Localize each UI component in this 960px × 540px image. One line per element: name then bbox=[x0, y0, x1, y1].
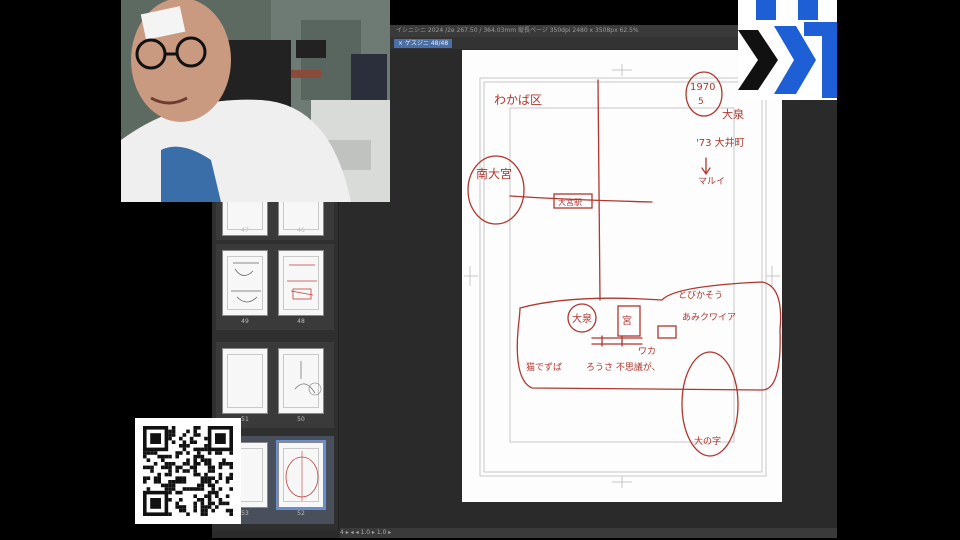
page-row[interactable]: 49 48 bbox=[216, 244, 334, 330]
page-thumbnail[interactable] bbox=[222, 348, 268, 414]
thumbnail-sketch bbox=[285, 451, 319, 501]
label-location: わかば区 bbox=[494, 93, 542, 107]
label-balloon-1: 大泉 bbox=[572, 312, 592, 325]
channel-logo bbox=[738, 0, 837, 100]
status-bar: 4 ▸ ◂ ◂ 1.0 ▸ 1.0 ▸ bbox=[340, 528, 837, 538]
sketch-detail bbox=[591, 335, 643, 347]
label-note-line2: '73 大井町 bbox=[696, 136, 745, 149]
registration-mark bbox=[612, 476, 632, 488]
label-balloon-2: 宮 bbox=[622, 314, 632, 327]
manuscript-page[interactable]: わかば区 南大宮 大宮駅 1970 5 大泉 '73 大井町 マルイ とびかそう… bbox=[462, 50, 782, 502]
qr-code bbox=[135, 418, 241, 524]
sketch-small-box bbox=[657, 325, 677, 339]
thumbnail-sketch bbox=[231, 262, 261, 303]
page-number: 47 bbox=[241, 227, 249, 234]
sketch-arrow-down bbox=[701, 157, 711, 176]
label-caption-a: 猫でずば bbox=[526, 361, 562, 373]
label-note-right: 大泉 bbox=[722, 107, 744, 121]
sketch-vertical-road bbox=[597, 79, 601, 301]
page-number: 52 bbox=[297, 510, 305, 517]
thumbnail-sketch bbox=[294, 361, 322, 396]
page-number: 48 bbox=[297, 318, 305, 325]
webcam-image bbox=[121, 0, 390, 202]
page-thumbnail[interactable] bbox=[278, 250, 324, 316]
label-bottom: 大の字 bbox=[694, 435, 721, 447]
sketch-layer[interactable]: わかば区 南大宮 大宮駅 1970 5 大泉 '73 大井町 マルイ とびかそう… bbox=[462, 50, 782, 502]
thumbnail-sketch bbox=[287, 264, 317, 300]
page-number: 49 bbox=[241, 318, 249, 325]
page-row[interactable]: 51 50 bbox=[216, 342, 334, 428]
label-note-right-big: とびかそう bbox=[678, 290, 723, 301]
registration-mark bbox=[612, 64, 632, 76]
page-number: 46 bbox=[297, 227, 305, 234]
label-arrow-note: マルイ bbox=[698, 177, 725, 187]
page-number: 50 bbox=[297, 416, 305, 423]
label-station: 大宮駅 bbox=[558, 197, 582, 207]
registration-mark bbox=[464, 266, 478, 286]
registration-mark bbox=[766, 266, 780, 286]
page-row[interactable]: 47 46 bbox=[216, 170, 334, 240]
label-side: あみクワイア bbox=[682, 312, 736, 323]
webcam-overlay bbox=[121, 0, 390, 202]
page-thumbnail[interactable] bbox=[278, 348, 324, 414]
page-thumbnail-current[interactable] bbox=[276, 440, 326, 510]
label-caption-b: ろうさ 不思議が、 bbox=[586, 361, 661, 373]
label-year-sub: 5 bbox=[698, 97, 704, 107]
label-year: 1970 bbox=[690, 82, 715, 93]
label-ward: 南大宮 bbox=[476, 166, 512, 181]
sketch-number-circle bbox=[685, 71, 723, 117]
logo-mark-icon bbox=[738, 0, 837, 98]
tab-active-document[interactable]: × ゲスジニ 48/48 bbox=[394, 39, 453, 48]
sketch-block-outline bbox=[516, 281, 782, 391]
label-caption-c: ワカ bbox=[638, 346, 656, 357]
safe-area-guide bbox=[509, 107, 735, 443]
qr-code-icon bbox=[143, 426, 233, 516]
page-thumbnail[interactable] bbox=[222, 250, 268, 316]
